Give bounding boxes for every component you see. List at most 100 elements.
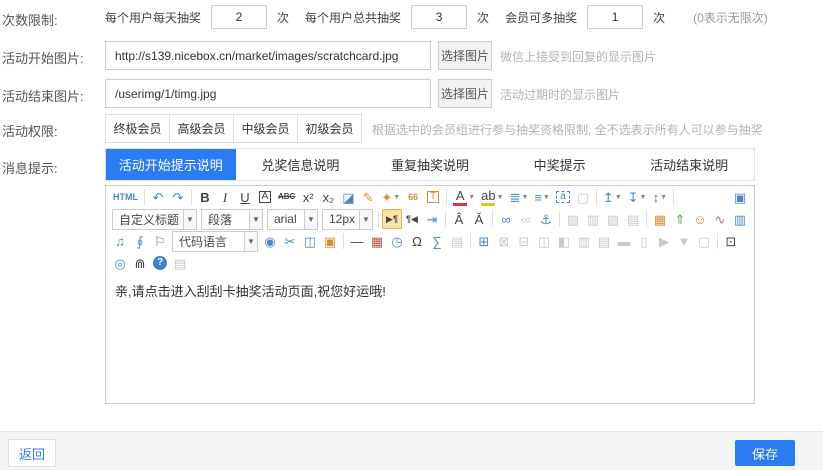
insert-video-icon[interactable]: ▥ xyxy=(730,209,750,229)
upload-image-icon[interactable]: ⇑ xyxy=(670,209,690,229)
toolbar-separator xyxy=(646,211,647,227)
tab-repeat-draw[interactable]: 重复抽奖说明 xyxy=(365,149,495,180)
paragraph-spacing-after-icon[interactable]: ↧▼ xyxy=(625,187,650,207)
font-size-increase-icon[interactable]: Â xyxy=(449,209,469,229)
italic-icon[interactable]: I xyxy=(215,187,235,207)
indent-icon[interactable]: ⇥ xyxy=(422,209,442,229)
tab-activity-end[interactable]: 活动结束说明 xyxy=(624,149,754,180)
member-ultimate-button[interactable]: 终极会员 xyxy=(105,114,170,143)
page-break-icon[interactable]: ✂ xyxy=(280,231,300,251)
end-image-input[interactable] xyxy=(105,79,431,108)
insert-date-icon[interactable]: ▦ xyxy=(367,231,387,251)
anchor-icon[interactable]: ⚓ xyxy=(536,209,556,229)
toolbar-separator xyxy=(596,189,597,205)
insert-table-icon[interactable]: ⊞ xyxy=(474,231,494,251)
undo-icon[interactable]: ↶ xyxy=(148,187,168,207)
toolbar-separator xyxy=(144,189,145,205)
anchor-ref-icon[interactable]: a xyxy=(553,187,573,207)
font-size-decrease-icon[interactable]: Ǎ xyxy=(469,209,489,229)
total-draw-limit-input[interactable] xyxy=(411,5,467,29)
ordered-list-icon[interactable]: ≣▼ xyxy=(507,187,532,207)
toolbar-separator xyxy=(717,233,718,249)
font-family-select[interactable]: arial▼ xyxy=(267,209,318,230)
unordered-list-icon[interactable]: ≡▼ xyxy=(531,187,553,207)
insert-parsed-doc-icon: ▢ xyxy=(694,231,714,251)
emotion-icon[interactable]: ☺ xyxy=(690,209,710,229)
horizontal-rule-icon[interactable]: — xyxy=(347,231,367,251)
insert-iframe-icon[interactable]: ◫ xyxy=(300,231,320,251)
screenshot-icon[interactable]: ▣ xyxy=(320,231,340,251)
direction-ltr-icon[interactable]: ▶¶ xyxy=(382,209,402,229)
chevron-down-icon: ▼ xyxy=(244,232,257,251)
redo-icon[interactable]: ↷ xyxy=(168,187,188,207)
start-image-pick-button[interactable]: 选择图片 xyxy=(438,41,492,70)
subscript-icon[interactable]: x₂ xyxy=(318,187,338,207)
image-align-center-icon: ▥ xyxy=(583,209,603,229)
paragraph-spacing-before-icon[interactable]: ↥▼ xyxy=(600,187,625,207)
insert-time-icon[interactable]: ◷ xyxy=(387,231,407,251)
editor-content[interactable]: 亲,请点击进入刮刮卡抽奖活动页面,祝您好运哦! xyxy=(106,274,754,403)
merge-down-icon: ▼ xyxy=(674,231,694,251)
preview-icon[interactable]: ◎ xyxy=(110,253,130,273)
attachment-icon[interactable]: ∮ xyxy=(130,231,150,251)
activity-config-page: 次数限制: 每个用户每天抽奖次每个用户总共抽奖次会员可多抽奖次(0表示无限次) … xyxy=(0,0,823,470)
format-painter-icon[interactable]: ✎ xyxy=(358,187,378,207)
member-middle-button[interactable]: 中级会员 xyxy=(233,114,298,143)
music-icon[interactable]: ♫ xyxy=(110,231,130,251)
permission-hint: 根据选中的会员组进行参与抽奖资格限制, 全不选表示所有人可以参与抽奖 xyxy=(372,121,763,138)
link-icon[interactable]: ∞ xyxy=(496,209,516,229)
paragraph-select[interactable]: 段落▼ xyxy=(201,209,263,230)
help-icon[interactable]: ? xyxy=(150,253,170,273)
end-image-label: 活动结束图片: xyxy=(2,86,84,105)
line-height-icon[interactable]: ↕▼ xyxy=(650,187,670,207)
search-replace-icon[interactable]: ⋒ xyxy=(130,253,150,273)
paste-plain-text-icon[interactable]: T xyxy=(423,187,443,207)
font-size-select[interactable]: 12px▼ xyxy=(322,209,373,230)
background-color-icon[interactable]: ab▼ xyxy=(478,187,506,207)
save-button[interactable]: 保存 xyxy=(735,440,795,466)
tab-activity-start-tip[interactable]: 活动开始提示说明 xyxy=(106,149,236,180)
tab-redeem-info[interactable]: 兑奖信息说明 xyxy=(236,149,366,180)
table-title-row-icon: ⊟ xyxy=(514,231,534,251)
source-code-icon[interactable]: HTML xyxy=(110,187,141,207)
chevron-down-icon: ▼ xyxy=(183,210,196,229)
clear-doc-icon: ▢ xyxy=(573,187,593,207)
font-color-icon[interactable]: A▼ xyxy=(450,187,478,207)
member-extra-draw-input[interactable] xyxy=(587,5,643,29)
auto-typeset-icon[interactable]: ✦▼ xyxy=(378,187,403,207)
underline-icon[interactable]: U xyxy=(235,187,255,207)
scrawl-icon[interactable]: ∿ xyxy=(710,209,730,229)
heading-select[interactable]: 自定义标题▼ xyxy=(112,209,197,230)
strikethrough-icon[interactable]: ABC xyxy=(275,187,298,207)
end-image-pick-button[interactable]: 选择图片 xyxy=(438,79,492,108)
daily-draw-limit-input[interactable] xyxy=(211,5,267,29)
blockquote-icon[interactable]: 66 xyxy=(403,187,423,207)
direction-rtl-icon[interactable]: ¶◀ xyxy=(402,209,422,229)
special-chars-icon[interactable]: Ω xyxy=(407,231,427,251)
start-image-input[interactable] xyxy=(105,41,431,70)
member-extra-draw-label: 会员可多抽奖 xyxy=(505,9,577,26)
insert-formula-icon[interactable]: ∑ xyxy=(427,231,447,251)
delete-row-icon: ▬ xyxy=(614,231,634,251)
member-group: 终极会员高级会员中级会员初级会员 xyxy=(105,114,362,143)
code-language-select[interactable]: 代码语言▼ xyxy=(172,231,258,252)
google-map-icon[interactable]: ◉ xyxy=(260,231,280,251)
remove-format-icon[interactable]: ◪ xyxy=(338,187,358,207)
char-border-icon[interactable]: A xyxy=(255,187,275,207)
insert-image-icon[interactable]: ▦ xyxy=(650,209,670,229)
member-junior-button[interactable]: 初级会员 xyxy=(297,114,362,143)
fullscreen-icon[interactable]: ▣ xyxy=(730,187,750,207)
insert-map-icon[interactable]: ⚐ xyxy=(150,231,170,251)
delete-column-icon: ▯ xyxy=(634,231,654,251)
tab-win-notice[interactable]: 中奖提示 xyxy=(495,149,625,180)
back-button[interactable]: 返回 xyxy=(8,439,56,467)
delete-table-icon: ⊠ xyxy=(494,231,514,251)
print-icon[interactable]: ⊡ xyxy=(721,231,741,251)
toolbar-separator xyxy=(446,189,447,205)
toolbar-separator xyxy=(445,211,446,227)
paste-icon: ▤ xyxy=(170,253,190,273)
member-senior-button[interactable]: 高级会员 xyxy=(169,114,234,143)
bold-icon[interactable]: B xyxy=(195,187,215,207)
footer-bar: 返回 保存 xyxy=(0,431,823,470)
superscript-icon[interactable]: x² xyxy=(298,187,318,207)
